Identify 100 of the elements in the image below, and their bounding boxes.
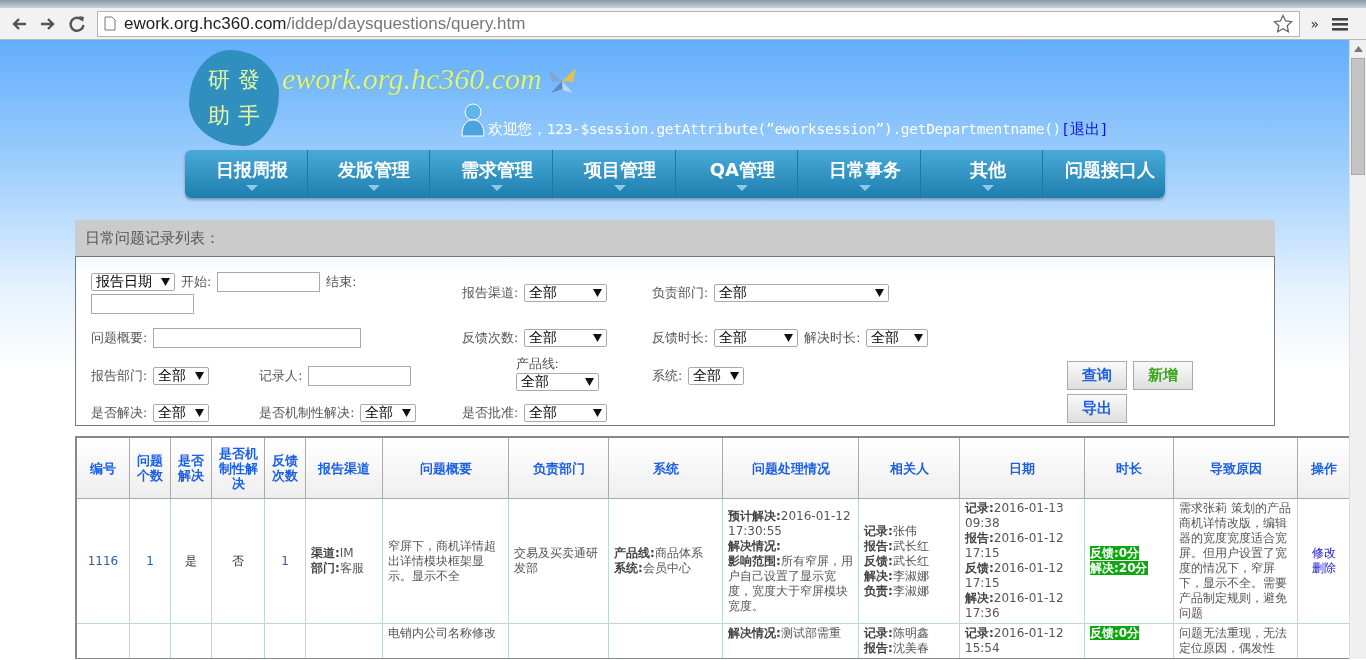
logo-text: 研發 <box>207 66 268 94</box>
button[interactable]: 新增 <box>1133 361 1193 390</box>
column-header[interactable]: 问题处理情况 <box>722 437 859 499</box>
field-label: 是否解决: <box>91 404 148 422</box>
column-header[interactable]: 负责部门 <box>508 437 609 499</box>
menu-icon[interactable] <box>1331 15 1349 32</box>
reload-icon[interactable] <box>68 14 86 33</box>
dropdown[interactable]: 全部 <box>866 329 929 347</box>
caret-icon <box>195 372 205 380</box>
caret-icon <box>730 372 740 380</box>
field-label: 反馈次数: <box>462 329 519 347</box>
table-cell-text: 记录:2016-01-13 09:38 报告:2016-01-12 17:15 反馈:2016-01-12 17:15 解决:2016-01-12 17:36 <box>965 501 1065 621</box>
input-field[interactable] <box>308 366 412 386</box>
dropdown[interactable]: 全部 <box>153 404 210 422</box>
table-cell-text: 问题无法重现，无法定位原因，偶发性 <box>1179 626 1288 656</box>
nav-item[interactable]: 日报周报 <box>185 150 308 198</box>
table-cell-text: 产品线:商品体系 系统:会员中心 <box>614 546 704 576</box>
column-header[interactable]: 系统 <box>608 437 723 499</box>
nav-item[interactable]: QA管理 <box>675 150 799 198</box>
overflow-button[interactable]: » <box>1310 15 1319 32</box>
column-header[interactable]: 日期 <box>959 437 1085 499</box>
dropdown[interactable]: 全部 <box>524 404 608 422</box>
caret-icon <box>584 378 594 386</box>
table-cell: 是 <box>185 553 197 568</box>
panel-title: 日常问题记录列表： <box>75 220 1275 256</box>
page-icon <box>104 16 116 31</box>
field-label: 开始: <box>181 273 212 291</box>
butterfly-icon <box>545 66 579 96</box>
field-label: 产品线: <box>515 357 559 371</box>
column-header[interactable]: 问题概要 <box>382 437 509 499</box>
nav-item[interactable]: 问题接口人 <box>1043 150 1165 198</box>
nav-item[interactable]: 日常事务 <box>798 150 921 198</box>
nav-item[interactable]: 需求管理 <box>430 150 553 198</box>
button[interactable]: 导出 <box>1067 394 1127 423</box>
caret-icon <box>875 289 885 297</box>
column-header[interactable]: 导致原因 <box>1173 437 1298 499</box>
table-cell-text: 渠道:IM 部门:客服 <box>311 546 365 576</box>
site-name: ework.org.hc360.com <box>282 62 542 96</box>
caret-icon <box>784 334 794 342</box>
dropdown[interactable]: 全部 <box>153 367 210 385</box>
field-label: 是否机制性解决: <box>259 404 355 422</box>
table-cell-text: 反馈:0分 <box>1090 626 1141 641</box>
input-field[interactable] <box>91 294 194 314</box>
nav-item[interactable]: 其他 <box>920 150 1044 198</box>
back-icon[interactable] <box>10 15 28 32</box>
table-cell: 1 <box>281 553 289 568</box>
address-field[interactable]: ework.org.hc360.com/iddep/daysquestions/query.htm <box>97 10 1301 37</box>
field-label: 报告渠道: <box>462 284 519 302</box>
dropdown[interactable]: 全部 <box>515 373 599 391</box>
field-label: 报告部门: <box>91 367 148 385</box>
field-label: 负责部门: <box>652 284 709 302</box>
caret-icon <box>402 409 412 417</box>
field-label: 问题概要: <box>91 329 148 347</box>
column-header[interactable]: 操作 <box>1297 437 1349 499</box>
welcome-text: 欢迎您，123-$session.getAttribute(”eworksession”).getDepartmentname() <box>488 120 1061 139</box>
star-icon[interactable] <box>1273 13 1294 34</box>
table-cell-text: 窄屏下，商机详情超出详情模块框架显示。显示不全 <box>388 538 497 584</box>
table-cell: 否 <box>232 553 244 568</box>
dropdown[interactable]: 全部 <box>688 367 745 385</box>
field-label: 记录人: <box>259 367 303 385</box>
scrollbar-thumb[interactable] <box>1351 58 1365 175</box>
column-header[interactable]: 时长 <box>1084 437 1174 499</box>
dropdown[interactable]: 全部 <box>360 404 417 422</box>
input-field[interactable] <box>153 328 362 348</box>
field-label: 系统: <box>652 367 683 385</box>
dropdown[interactable]: 全部 <box>714 284 890 302</box>
dropdown[interactable]: 全部 <box>524 284 608 302</box>
dropdown[interactable]: 全部 <box>714 329 799 347</box>
table-cell-text: 解决情况:测试部需重 <box>728 626 842 641</box>
input-field[interactable] <box>217 272 321 292</box>
column-header[interactable]: 是否解决 <box>170 437 212 499</box>
caret-icon <box>593 409 603 417</box>
column-header[interactable]: 是否机制性解决 <box>211 437 265 499</box>
column-header[interactable]: 报告渠道 <box>305 437 383 499</box>
column-header[interactable]: 相关人 <box>858 437 960 499</box>
nav-item[interactable]: 发版管理 <box>307 150 431 198</box>
scrollbar[interactable] <box>1349 40 1366 659</box>
table-cell-text: 记录:张伟 报告:武长红 反馈:武长红 解决:李淑娜 负责:李淑娜 <box>864 523 930 599</box>
column-header[interactable]: 编号 <box>76 437 130 499</box>
table-cell-text: 反馈:0分 解决:20分 <box>1090 546 1149 576</box>
table-cell-text: 记录:2016-01-12 15:54 <box>965 626 1065 656</box>
logout-link[interactable]: [退出] <box>1061 118 1109 140</box>
url-path: /iddep/daysquestions/query.htm <box>286 13 526 33</box>
caret-icon <box>195 409 205 417</box>
table-cell: 需求张莉 策划的产品商机详情改版，编辑器的宽度宽度适合宽屏。但用户设置了宽度的情况下，窄屏下，显示不全。需要产品制定规则，避免问题 <box>1179 501 1292 621</box>
column-header[interactable]: 反馈次数 <box>264 437 306 499</box>
person-icon <box>460 102 486 140</box>
caret-icon <box>593 289 603 297</box>
forward-icon[interactable] <box>39 15 57 32</box>
dropdown[interactable]: 全部 <box>524 329 608 347</box>
dropdown[interactable]: 报告日期 <box>91 273 175 291</box>
nav-item[interactable]: 项目管理 <box>552 150 676 198</box>
field-label: 结束: <box>326 273 357 291</box>
caret-icon <box>161 278 170 286</box>
column-header[interactable]: 问题个数 <box>129 437 171 499</box>
action-link[interactable]: 修改 <box>1303 546 1344 561</box>
field-label: 解决时长: <box>804 329 861 347</box>
logo-text: 助手 <box>207 102 268 130</box>
button[interactable]: 查询 <box>1067 361 1127 390</box>
action-link[interactable]: 删除 <box>1303 561 1344 576</box>
